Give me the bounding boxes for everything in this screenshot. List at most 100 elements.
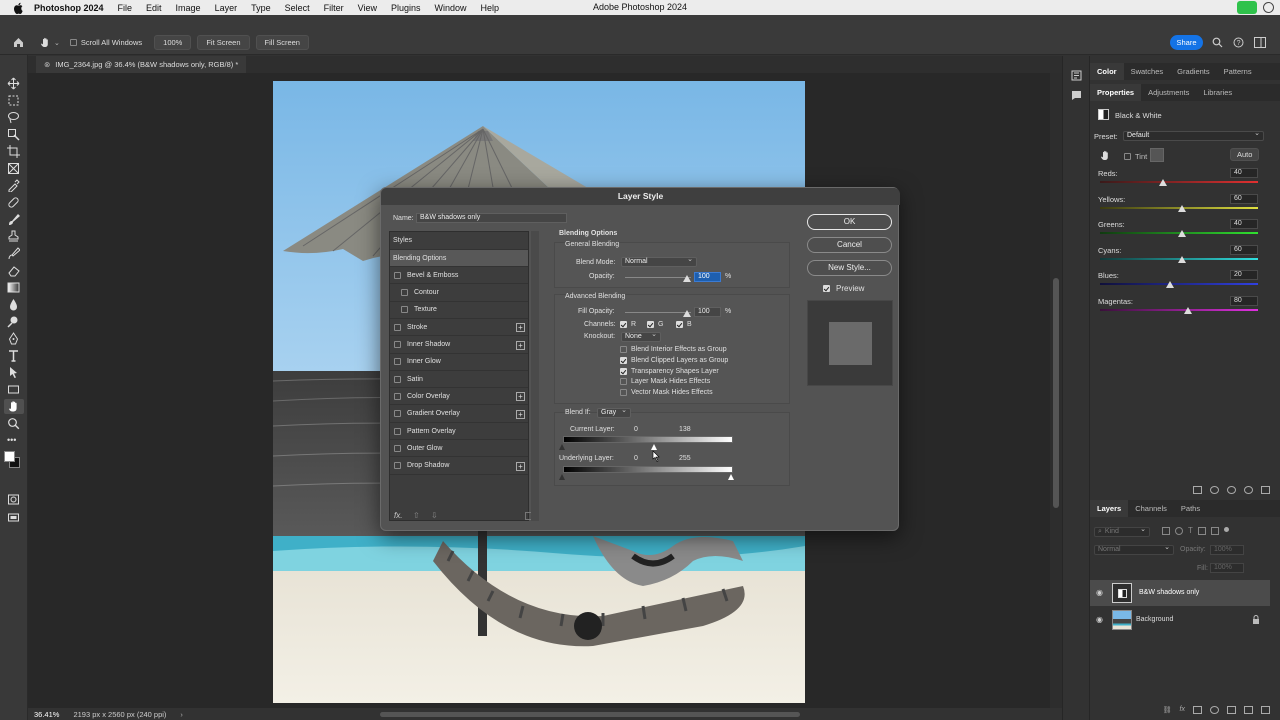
apple-icon[interactable] xyxy=(13,2,25,14)
advanced-option-checkbox[interactable]: Blend Interior Effects as Group xyxy=(620,346,727,353)
style-checkbox[interactable] xyxy=(394,271,401,279)
layer-row-bw[interactable]: ◉ B&W shadows only xyxy=(1090,580,1270,606)
brush-tool-icon[interactable] xyxy=(7,213,20,226)
advanced-option-checkbox[interactable]: Transparency Shapes Layer xyxy=(620,367,719,375)
tab-libraries[interactable]: Libraries xyxy=(1196,84,1239,101)
new-layer-icon[interactable] xyxy=(1244,706,1253,714)
style-item[interactable]: Gradient Overlay + xyxy=(390,406,528,423)
share-button[interactable]: Share xyxy=(1170,35,1203,50)
bw-slider-value[interactable]: 40 xyxy=(1230,219,1258,229)
bw-slider-track[interactable] xyxy=(1100,283,1258,285)
channel-r-checkbox[interactable]: R xyxy=(620,321,636,328)
object-select-tool-icon[interactable] xyxy=(7,128,20,141)
advanced-option-checkbox[interactable]: Vector Mask Hides Effects xyxy=(620,389,713,397)
dodge-tool-icon[interactable] xyxy=(7,315,20,328)
chevron-right-icon[interactable]: › xyxy=(180,710,183,719)
style-item[interactable]: Bevel & Emboss xyxy=(390,267,528,285)
bw-slider-track[interactable] xyxy=(1100,308,1258,311)
move-up-icon[interactable]: ⇧ xyxy=(413,511,420,520)
filter-type-icon[interactable]: T xyxy=(1188,527,1193,535)
visibility-eye-icon[interactable]: ◉ xyxy=(1096,588,1103,597)
history-brush-tool-icon[interactable] xyxy=(7,247,20,260)
bw-slider-value[interactable]: 60 xyxy=(1230,244,1258,255)
bw-slider-value[interactable]: 60 xyxy=(1230,193,1258,204)
hand-tool-icon[interactable] xyxy=(7,400,20,413)
fill-screen-button[interactable]: Fill Screen xyxy=(255,35,309,50)
style-checkbox[interactable] xyxy=(394,410,401,418)
tint-color-swatch[interactable] xyxy=(1150,148,1164,162)
knockout-dropdown[interactable]: None xyxy=(621,331,661,342)
tint-checkbox[interactable]: Tint xyxy=(1124,152,1147,161)
search-icon[interactable] xyxy=(1212,37,1223,48)
menu-image[interactable]: Image xyxy=(176,3,201,13)
style-name-input[interactable]: B&W shadows only xyxy=(416,213,567,223)
blend-if-dropdown[interactable]: Gray xyxy=(597,407,631,418)
hand-tool-icon[interactable] xyxy=(40,37,51,48)
layer-opacity-field[interactable]: 100% xyxy=(1210,545,1244,555)
opacity-slider[interactable] xyxy=(625,277,691,278)
home-icon[interactable] xyxy=(13,37,24,48)
bw-slider-thumb[interactable] xyxy=(1159,179,1168,186)
zoom-100-button[interactable]: 100% xyxy=(154,35,192,50)
menu-help[interactable]: Help xyxy=(481,3,500,13)
fill-opacity-slider-thumb[interactable] xyxy=(683,310,691,317)
menu-layer[interactable]: Layer xyxy=(215,3,238,13)
style-checkbox[interactable] xyxy=(394,375,401,383)
pen-tool-icon[interactable] xyxy=(7,332,20,345)
filter-adjustment-icon[interactable] xyxy=(1175,527,1183,535)
layer-fill-field[interactable]: 100% xyxy=(1210,563,1244,573)
rectangle-tool-icon[interactable] xyxy=(7,383,20,396)
bw-slider-thumb[interactable] xyxy=(1178,230,1187,237)
eraser-tool-icon[interactable] xyxy=(7,264,20,277)
layer-filter-kind[interactable]: ⌕ Kind xyxy=(1094,526,1150,537)
style-checkbox[interactable] xyxy=(401,306,408,314)
bw-slider-thumb[interactable] xyxy=(1178,255,1187,263)
marquee-tool-icon[interactable] xyxy=(7,94,20,107)
healing-brush-tool-icon[interactable] xyxy=(7,196,20,209)
preset-dropdown[interactable]: Default xyxy=(1123,130,1264,141)
filter-shape-icon[interactable] xyxy=(1197,527,1206,535)
style-item[interactable]: Texture xyxy=(390,302,528,319)
facetime-icon[interactable] xyxy=(1237,1,1257,14)
visibility-eye-icon[interactable] xyxy=(1244,486,1253,494)
menu-select[interactable]: Select xyxy=(285,3,310,13)
tab-gradients[interactable]: Gradients xyxy=(1170,63,1217,80)
current-layer-black-thumb[interactable] xyxy=(559,444,565,450)
opacity-input[interactable]: 100 xyxy=(694,272,721,282)
fill-opacity-slider[interactable] xyxy=(625,312,691,313)
preview-checkbox[interactable]: Preview xyxy=(823,284,864,293)
bw-slider-value[interactable]: 20 xyxy=(1230,270,1258,280)
delete-adjustment-icon[interactable] xyxy=(1261,486,1270,494)
tab-color[interactable]: Color xyxy=(1090,63,1124,80)
foreground-color-swatch[interactable] xyxy=(4,451,15,462)
path-select-tool-icon[interactable] xyxy=(7,366,20,379)
layer-name[interactable]: Background xyxy=(1136,616,1173,623)
style-item[interactable]: Pattern Overlay xyxy=(390,423,528,440)
blend-mode-dropdown[interactable]: Normal xyxy=(621,256,697,267)
style-checkbox[interactable] xyxy=(394,392,401,400)
layer-blend-mode[interactable]: Normal xyxy=(1094,544,1174,555)
layer-name[interactable]: B&W shadows only xyxy=(1139,589,1199,596)
layer-row-background[interactable]: ◉ Background xyxy=(1090,607,1270,633)
style-checkbox[interactable] xyxy=(401,289,408,297)
visibility-eye-icon[interactable]: ◉ xyxy=(1096,615,1103,624)
new-style-button[interactable]: New Style... xyxy=(807,260,892,276)
add-mask-icon[interactable] xyxy=(1193,706,1202,714)
tab-properties[interactable]: Properties xyxy=(1090,84,1142,101)
style-checkbox[interactable] xyxy=(394,341,401,348)
reset-icon[interactable] xyxy=(1227,486,1236,494)
menu-filter[interactable]: Filter xyxy=(324,3,344,13)
advanced-option-checkbox[interactable]: Blend Clipped Layers as Group xyxy=(620,356,728,364)
current-layer-gradient[interactable] xyxy=(563,436,733,443)
style-checkbox[interactable] xyxy=(394,462,401,470)
clip-to-layer-icon[interactable] xyxy=(1193,486,1202,494)
cancel-button[interactable]: Cancel xyxy=(807,237,892,253)
chevron-down-icon[interactable]: ⌄ xyxy=(54,39,60,47)
close-icon[interactable]: ⊗ xyxy=(44,60,50,69)
style-item[interactable]: Outer Glow xyxy=(390,440,528,458)
fill-opacity-input[interactable]: 100 xyxy=(694,307,721,317)
link-layers-icon[interactable]: ⛓ xyxy=(1163,706,1172,716)
tab-channels[interactable]: Channels xyxy=(1128,500,1174,517)
scroll-all-windows-checkbox[interactable]: Scroll All Windows xyxy=(69,38,142,47)
new-adjustment-icon[interactable] xyxy=(1210,706,1219,714)
